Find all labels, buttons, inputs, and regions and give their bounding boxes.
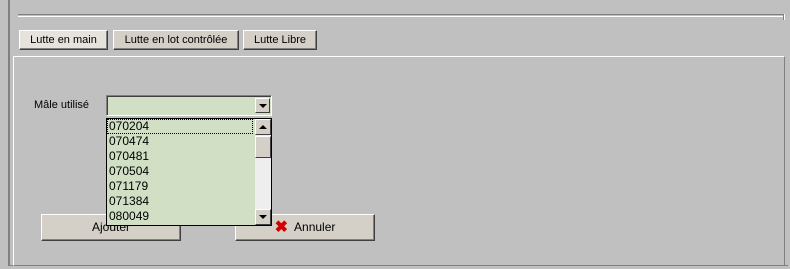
top-separator — [18, 14, 785, 17]
male-dropdown-list[interactable]: 070204 070474 070481 070504 071179 071384 0800… — [106, 118, 272, 226]
tab-lutte-en-main[interactable]: Lutte en main — [19, 30, 108, 50]
tab-lutte-libre[interactable]: Lutte Libre — [243, 30, 317, 50]
chevron-down-icon — [259, 215, 267, 219]
dropdown-option[interactable]: 070474 — [107, 134, 253, 149]
chevron-up-icon — [259, 125, 267, 129]
dropdown-items: 070204 070474 070481 070504 071179 071384 0800… — [107, 119, 271, 224]
red-x-icon: ✖ — [274, 218, 289, 236]
male-label: Mâle utilisé — [34, 99, 90, 111]
combo-dropdown-button[interactable] — [255, 98, 270, 113]
scroll-thumb[interactable] — [255, 136, 271, 158]
dropdown-option[interactable]: 080049 — [107, 209, 253, 224]
dropdown-option[interactable]: 070481 — [107, 149, 253, 164]
scroll-down-button[interactable] — [255, 209, 271, 225]
dropdown-option[interactable]: 071384 — [107, 194, 253, 209]
dropdown-scrollbar[interactable] — [255, 119, 271, 225]
dropdown-option[interactable]: 070504 — [107, 164, 253, 179]
male-combobox[interactable] — [106, 95, 272, 116]
chevron-down-icon — [258, 103, 267, 108]
tab-lutte-en-lot-controlee[interactable]: Lutte en lot contrôlée — [113, 30, 239, 50]
cancel-button-label: Annuler — [294, 220, 336, 234]
scroll-up-button[interactable] — [255, 119, 271, 135]
dropdown-option[interactable]: 071179 — [107, 179, 253, 194]
dropdown-option[interactable]: 070204 — [107, 119, 253, 134]
top-separator-end — [783, 14, 785, 20]
